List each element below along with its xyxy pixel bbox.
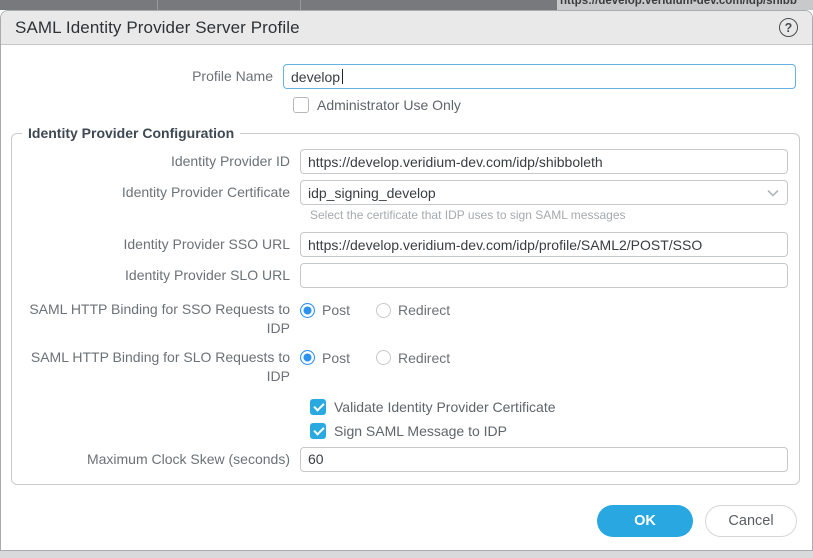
idp-sso-url-input[interactable] (300, 232, 788, 257)
sso-binding-redirect-radio[interactable]: Redirect (376, 302, 450, 318)
clock-skew-row: Maximum Clock Skew (seconds) (12, 447, 799, 472)
background-divider (157, 0, 158, 10)
slo-binding-row: SAML HTTP Binding for SLO Requests to ID… (12, 348, 799, 386)
background-divider (300, 0, 301, 10)
radio-unselected-icon (376, 303, 391, 318)
idp-slo-url-label: Identity Provider SLO URL (12, 266, 300, 285)
sign-saml-message-checkbox[interactable]: Sign SAML Message to IDP (310, 423, 799, 439)
validate-idp-certificate-label: Validate Identity Provider Certificate (334, 399, 556, 415)
sign-saml-message-label: Sign SAML Message to IDP (334, 423, 507, 439)
administrator-use-only-checkbox[interactable]: Administrator Use Only (293, 97, 812, 113)
checkbox-checked-icon (310, 423, 326, 439)
chevron-down-icon (766, 186, 780, 200)
cancel-button[interactable]: Cancel (705, 505, 797, 537)
background-page-bottom (0, 551, 813, 558)
clock-skew-label: Maximum Clock Skew (seconds) (12, 450, 300, 469)
dialog-body: Profile Name Administrator Use Only Iden… (1, 45, 812, 485)
background-url-text: https://develop.veridium-dev.com/idp/shi… (560, 0, 797, 7)
profile-name-input[interactable] (283, 64, 796, 89)
profile-name-label: Profile Name (1, 67, 283, 86)
idp-certificate-help-text: Select the certificate that IDP uses to … (310, 208, 799, 222)
idp-sso-url-row: Identity Provider SSO URL (12, 232, 799, 257)
idp-slo-url-row: Identity Provider SLO URL (12, 263, 799, 288)
sso-binding-label: SAML HTTP Binding for SSO Requests to ID… (12, 300, 300, 338)
slo-binding-redirect-label: Redirect (398, 350, 450, 366)
help-icon[interactable]: ? (779, 18, 798, 37)
radio-selected-icon (300, 350, 315, 365)
administrator-use-only-label: Administrator Use Only (317, 97, 461, 113)
background-page-strip: https://develop.veridium-dev.com/idp/shi… (0, 0, 813, 10)
idp-certificate-label: Identity Provider Certificate (12, 183, 300, 202)
idp-certificate-value: idp_signing_develop (308, 185, 766, 201)
idp-sso-url-label: Identity Provider SSO URL (12, 235, 300, 254)
text-caret (342, 69, 343, 84)
sso-binding-redirect-label: Redirect (398, 302, 450, 318)
validate-idp-certificate-checkbox[interactable]: Validate Identity Provider Certificate (310, 399, 799, 415)
slo-binding-redirect-radio[interactable]: Redirect (376, 350, 450, 366)
background-page-cell: https://develop.veridium-dev.com/idp/shi… (557, 0, 813, 10)
checkbox-checked-icon (310, 399, 326, 415)
idp-slo-url-input[interactable] (300, 263, 788, 288)
idp-id-row: Identity Provider ID (12, 149, 799, 174)
dialog-footer: OK Cancel (597, 505, 797, 537)
radio-selected-icon (300, 303, 315, 318)
slo-binding-post-radio[interactable]: Post (300, 350, 350, 366)
dialog-title: SAML Identity Provider Server Profile (15, 18, 300, 38)
saml-idp-server-profile-dialog: SAML Identity Provider Server Profile ? … (0, 10, 813, 551)
slo-binding-radio-group: Post Redirect (300, 348, 788, 366)
idp-certificate-select[interactable]: idp_signing_develop (300, 180, 788, 205)
clock-skew-input[interactable] (300, 447, 788, 472)
slo-binding-label: SAML HTTP Binding for SLO Requests to ID… (12, 348, 300, 386)
sso-binding-post-radio[interactable]: Post (300, 302, 350, 318)
profile-name-row: Profile Name (1, 64, 812, 89)
checkbox-unchecked-icon (293, 97, 309, 113)
identity-provider-configuration-section: Identity Provider Configuration Identity… (11, 125, 800, 485)
idp-id-label: Identity Provider ID (12, 152, 300, 171)
dialog-titlebar: SAML Identity Provider Server Profile ? (1, 11, 812, 45)
idp-id-input[interactable] (300, 149, 788, 174)
slo-binding-post-label: Post (322, 350, 350, 366)
section-legend: Identity Provider Configuration (22, 125, 240, 141)
radio-unselected-icon (376, 350, 391, 365)
sso-binding-post-label: Post (322, 302, 350, 318)
ok-button[interactable]: OK (597, 505, 693, 537)
sso-binding-radio-group: Post Redirect (300, 300, 788, 318)
sso-binding-row: SAML HTTP Binding for SSO Requests to ID… (12, 300, 799, 338)
idp-certificate-row: Identity Provider Certificate idp_signin… (12, 180, 799, 205)
